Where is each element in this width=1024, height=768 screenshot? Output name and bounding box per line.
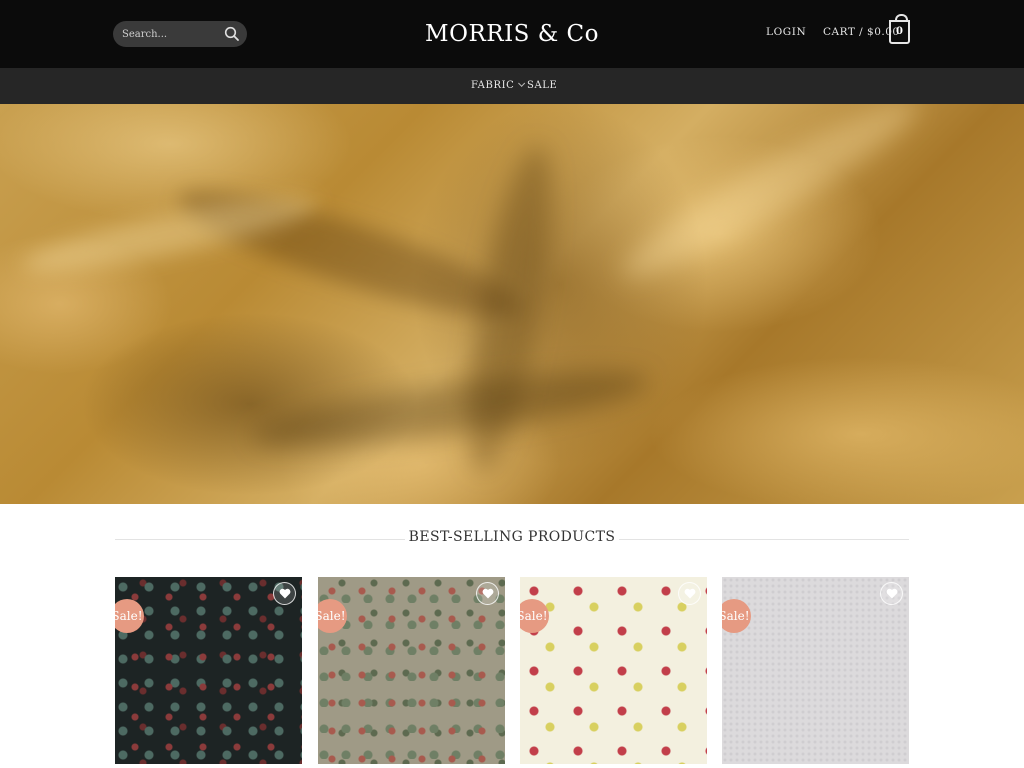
heart-icon <box>886 588 897 599</box>
product-image[interactable] <box>520 577 707 764</box>
search-form <box>113 21 247 47</box>
hero-fold <box>248 356 652 462</box>
product-image[interactable] <box>722 577 909 764</box>
nav-item-label: SALE <box>527 80 558 91</box>
product-image[interactable] <box>318 577 505 764</box>
hero-image <box>0 104 1024 504</box>
wishlist-button[interactable] <box>880 582 903 605</box>
section-divider <box>115 539 405 540</box>
heart-icon <box>684 588 695 599</box>
site-header: MORRIS & Co LOGIN CART / $0.00 0 <box>0 0 1024 68</box>
cart-count-icon[interactable]: 0 <box>889 14 910 44</box>
site-logo[interactable]: MORRIS & Co <box>412 17 612 51</box>
main-nav: FABRIC SALE <box>0 68 1024 104</box>
search-icon[interactable] <box>224 26 240 42</box>
heart-icon <box>279 588 290 599</box>
product-card[interactable]: Sale! <box>318 577 505 764</box>
search-input[interactable] <box>113 21 217 47</box>
nav-item-sale[interactable]: SALE <box>527 80 557 91</box>
product-card[interactable]: Sale! <box>520 577 707 764</box>
section-divider <box>619 539 909 540</box>
hero-fold <box>610 104 930 296</box>
heart-icon <box>482 588 493 599</box>
product-card[interactable]: Sale! <box>722 577 909 764</box>
login-link[interactable]: LOGIN <box>766 26 806 38</box>
wishlist-button[interactable] <box>273 582 296 605</box>
wishlist-button[interactable] <box>476 582 499 605</box>
product-card[interactable]: Sale! <box>115 577 302 764</box>
wishlist-button[interactable] <box>678 582 701 605</box>
hero-fold <box>169 169 531 339</box>
chevron-down-icon <box>518 79 526 87</box>
nav-item-fabric[interactable]: FABRIC <box>471 79 526 91</box>
section-title: BEST-SELLING PRODUCTS <box>408 529 616 545</box>
nav-item-label: FABRIC <box>471 80 515 91</box>
product-image[interactable] <box>115 577 302 764</box>
